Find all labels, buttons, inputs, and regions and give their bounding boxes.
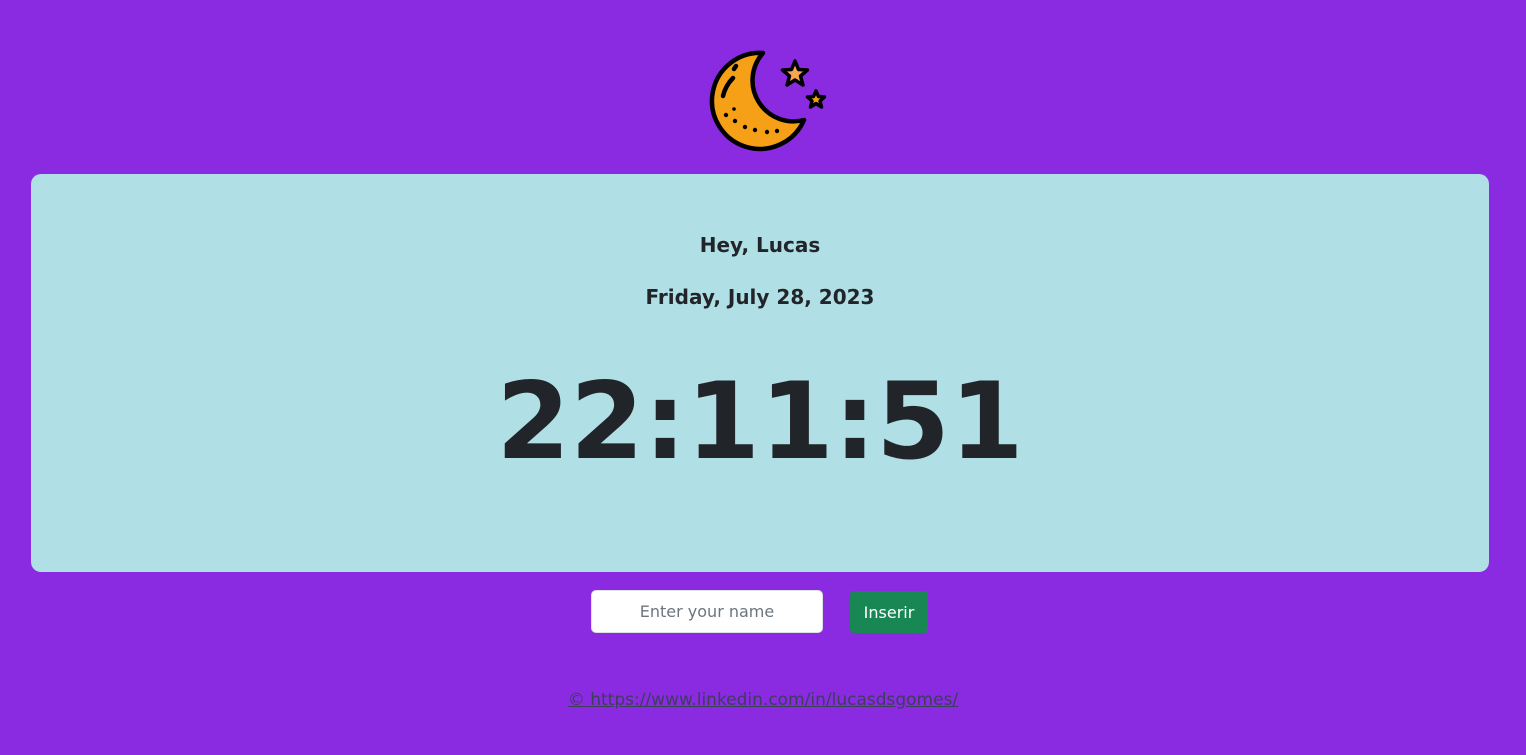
clock-card: Hey, Lucas Friday, July 28, 2023 22:11:5… — [31, 174, 1489, 572]
moon-crater-dot — [732, 118, 738, 124]
moon-shape — [709, 50, 807, 152]
moon-crater-dot — [764, 129, 770, 135]
insert-button[interactable]: Inserir — [850, 591, 928, 633]
moon-stars-icon — [706, 46, 832, 154]
current-date: Friday, July 28, 2023 — [645, 285, 875, 309]
moon-crater-dot — [723, 112, 729, 118]
moon-shine-dash — [731, 63, 739, 72]
footer: © https://www.linkedin.com/in/lucasdsgom… — [0, 688, 1526, 712]
digital-clock: 22:11:51 — [496, 360, 1024, 483]
moon-stars-graphic — [709, 50, 827, 152]
moon-crater-dot — [742, 124, 748, 130]
linkedin-link[interactable]: © https://www.linkedin.com/in/lucasdsgom… — [568, 690, 958, 710]
name-input[interactable] — [591, 590, 823, 633]
small-star-icon — [805, 89, 827, 109]
moon-crater-dot — [752, 127, 758, 133]
moon-crater-dot — [774, 128, 780, 134]
moon-crater-dot — [732, 107, 736, 111]
greeting-text: Hey, Lucas — [699, 233, 821, 257]
large-star-icon — [780, 59, 810, 87]
